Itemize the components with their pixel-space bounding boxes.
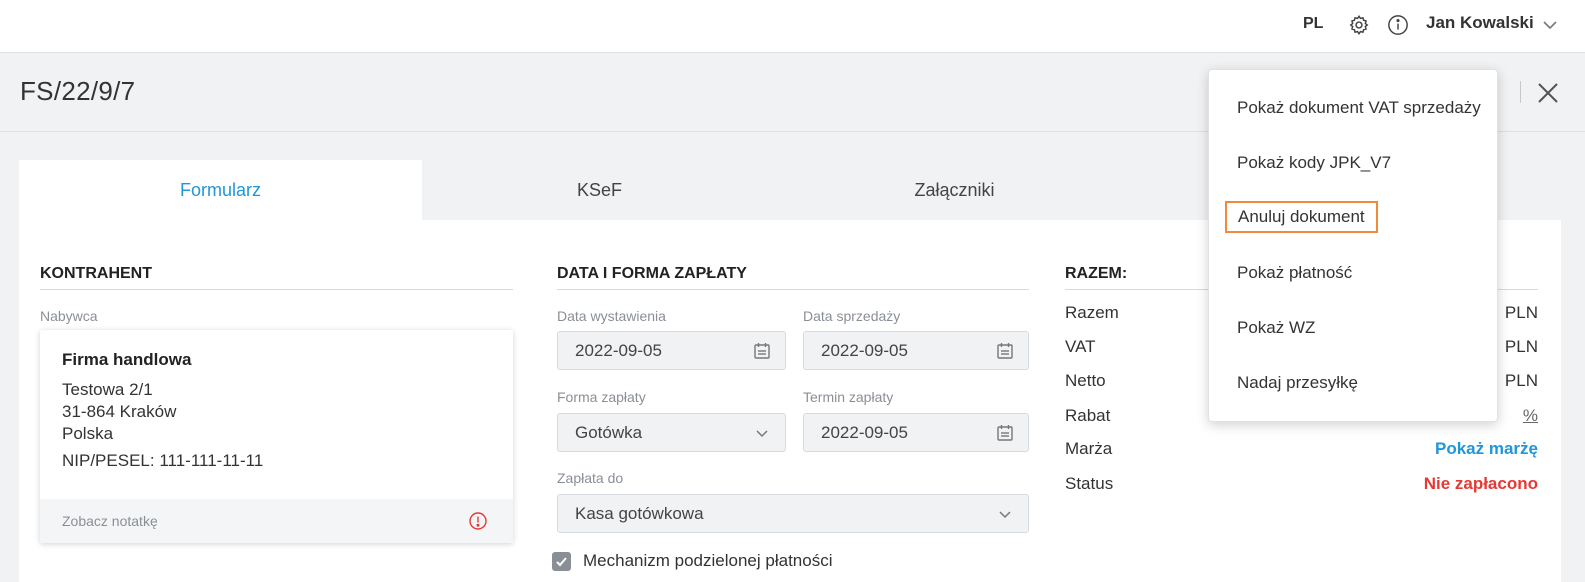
calendar-icon[interactable] (995, 423, 1015, 443)
issue-date-value: 2022-09-05 (575, 340, 662, 360)
due-date-field[interactable]: 2022-09-05 (803, 413, 1029, 452)
summary-label-total: Razem (1065, 303, 1119, 322)
split-payment-checkbox[interactable] (552, 552, 571, 571)
contractor-nip: NIP/PESEL: 111-111-11-11 (62, 451, 264, 470)
language-switcher[interactable]: PL (1303, 15, 1323, 33)
tab-ksef[interactable]: KSeF (422, 160, 777, 220)
section-divider (557, 289, 1029, 290)
payment-account-label: Zapłata do (557, 470, 624, 486)
menu-item-show-payment[interactable]: Pokaż płatność (1237, 263, 1352, 283)
warning-icon[interactable] (468, 511, 488, 531)
user-menu[interactable]: Jan Kowalski (1426, 13, 1534, 33)
see-note-link[interactable]: Zobacz notatkę (62, 513, 158, 529)
menu-item-show-jpk-codes[interactable]: Pokaż kody JPK_V7 (1237, 153, 1391, 173)
header-divider (1520, 81, 1521, 103)
sale-date-value: 2022-09-05 (821, 340, 908, 360)
tab-zalaczniki[interactable]: Załączniki (777, 160, 1132, 220)
card-footer: Zobacz notatkę (40, 499, 513, 543)
summary-label-net: Netto (1065, 371, 1106, 390)
info-icon[interactable] (1386, 13, 1410, 37)
status-badge: Nie zapłacono (1423, 474, 1538, 493)
section-divider (40, 289, 513, 290)
close-icon[interactable] (1535, 80, 1561, 106)
summary-label-discount: Rabat (1065, 406, 1111, 425)
menu-item-show-vat-document[interactable]: Pokaż dokument VAT sprzedaży (1237, 98, 1481, 118)
tab-formularz[interactable]: Formularz (19, 160, 422, 220)
summary-section-title: RAZEM: (1065, 265, 1128, 282)
payment-account-value: Kasa gotówkowa (575, 503, 704, 523)
summary-label-status: Status (1065, 474, 1114, 493)
due-date-value: 2022-09-05 (821, 422, 908, 442)
payment-method-value: Gotówka (575, 422, 643, 442)
summary-label-vat: VAT (1065, 337, 1096, 356)
summary-label-margin: Marża (1065, 439, 1113, 458)
payment-method-select[interactable]: Gotówka (557, 413, 786, 452)
summary-value-vat: PLN (1504, 337, 1538, 356)
top-bar: PL Jan Kowalski (0, 0, 1585, 53)
menu-item-send-parcel[interactable]: Nadaj przesyłkę (1237, 373, 1358, 393)
summary-value-discount[interactable]: % (1523, 406, 1538, 426)
contractor-card[interactable]: Firma handlowa Testowa 2/1 31-864 Kraków… (40, 330, 513, 543)
menu-item-show-wz[interactable]: Pokaż WZ (1237, 318, 1315, 338)
contractor-street: Testowa 2/1 (62, 380, 153, 399)
chevron-down-icon[interactable] (752, 423, 772, 443)
show-margin-link[interactable]: Pokaż marżę (1435, 439, 1538, 459)
sale-date-field[interactable]: 2022-09-05 (803, 331, 1029, 370)
actions-dropdown-menu: Pokaż dokument VAT sprzedaży Pokaż kody … (1208, 69, 1498, 422)
summary-value-net: PLN (1504, 371, 1538, 390)
contractor-city: 31-864 Kraków (62, 402, 177, 421)
calendar-icon[interactable] (752, 341, 772, 361)
payment-section-title: DATA I FORMA ZAPŁATY (557, 265, 747, 282)
chevron-down-icon[interactable] (995, 504, 1015, 524)
payment-account-select[interactable]: Kasa gotówkowa (557, 494, 1029, 533)
issue-date-label: Data wystawienia (557, 308, 666, 324)
contractor-name: Firma handlowa (62, 350, 192, 369)
chevron-down-icon[interactable] (1541, 16, 1559, 34)
summary-value-total: PLN (1504, 303, 1538, 322)
issue-date-field[interactable]: 2022-09-05 (557, 331, 786, 370)
contractor-section-title: KONTRAHENT (40, 265, 152, 282)
buyer-label: Nabywca (40, 308, 98, 324)
payment-method-label: Forma zapłaty (557, 389, 646, 405)
contractor-country: Polska (62, 424, 114, 443)
menu-item-cancel-document[interactable]: Anuluj dokument (1225, 201, 1378, 233)
calendar-icon[interactable] (995, 341, 1015, 361)
page-title: FS/22/9/7 (20, 76, 136, 106)
split-payment-label[interactable]: Mechanizm podzielonej płatności (583, 551, 832, 571)
sale-date-label: Data sprzedaży (803, 308, 901, 324)
gear-icon[interactable] (1347, 13, 1371, 37)
due-date-label: Termin zapłaty (803, 389, 894, 405)
